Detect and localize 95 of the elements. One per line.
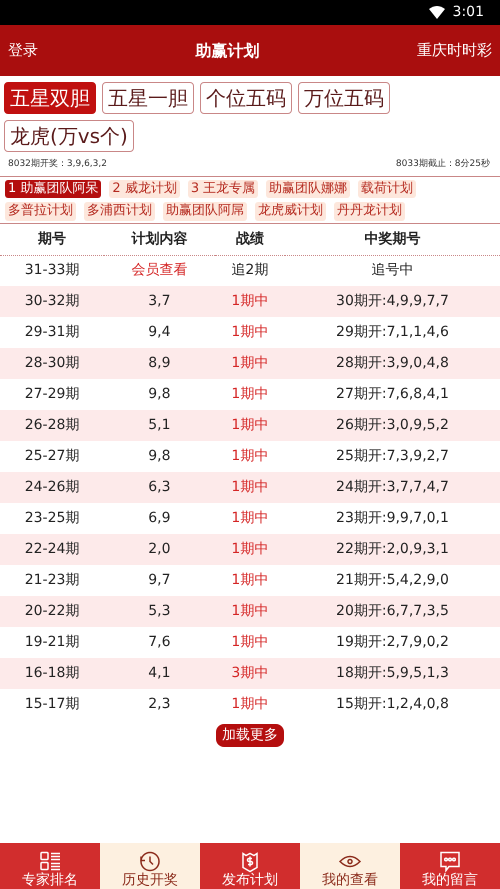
table-cell: 25期开:7,3,9,2,7 [336, 448, 449, 464]
member-view-link[interactable]: 会员查看 [131, 262, 188, 278]
expert-plan-tag[interactable]: 1 助赢团队阿呆 [5, 180, 102, 198]
table-cell: 19期开:2,7,9,0,2 [336, 634, 449, 650]
table-cell: 2,3 [148, 696, 171, 712]
plan-type-tab[interactable]: 龙虎(万vs个) [4, 120, 134, 152]
table-cell: 追2期 [231, 262, 268, 278]
table-cell: 22期开:2,0,9,3,1 [336, 541, 449, 558]
table-cell: 21-23期 [24, 572, 80, 588]
table-cell: 2,0 [148, 541, 171, 558]
plan-type-tab[interactable]: 个位五码 [200, 82, 292, 114]
deadline-text: 8033期截止：8分25秒 [396, 158, 490, 171]
table-cell: 28-30期 [24, 355, 80, 372]
table-cell: 追号中 [371, 262, 414, 278]
table-cell: 25-27期 [24, 448, 80, 464]
expert-plan-tag[interactable]: 2 威龙计划 [109, 180, 180, 198]
login-link[interactable]: 登录 [8, 39, 38, 62]
table-cell: 1期中 [231, 696, 268, 712]
table-cell: 26期开:3,0,9,5,2 [336, 417, 449, 434]
last-draw-text: 8032期开奖：3,9,6,3,2 [8, 158, 107, 171]
table-cell: 1期中 [231, 324, 268, 340]
nav-tab[interactable]: 专家排名 [0, 843, 100, 889]
table-cell: 15-17期 [24, 696, 80, 712]
table-cell: 3期中 [231, 665, 268, 682]
plan-type-tab[interactable]: 五星一胆 [102, 82, 194, 114]
expert-plan-tag[interactable]: 3 王龙专属 [188, 180, 258, 198]
table-cell: 18期开:5,9,5,1,3 [336, 665, 449, 682]
nav-tab[interactable]: 发布计划 [200, 843, 300, 889]
table-cell: 1期中 [231, 355, 268, 372]
page-title: 助赢计划 [196, 40, 260, 62]
table-cell: 1期中 [231, 510, 268, 526]
table-cell: 1期中 [231, 479, 268, 496]
table-cell: 29-31期 [24, 324, 80, 340]
table-cell: 1期中 [231, 603, 268, 620]
table-cell: 3,7 [148, 293, 171, 310]
column-header: 战绩 [214, 224, 285, 256]
table-cell: 24期开:3,7,7,4,7 [336, 479, 449, 496]
table-cell: 1期中 [231, 541, 268, 558]
history-icon [138, 850, 162, 873]
load-more-button[interactable]: 加载更多 [216, 724, 284, 748]
plan-type-tab[interactable]: 万位五码 [298, 82, 390, 114]
table-cell: 9,7 [148, 572, 171, 588]
table-cell: 9,4 [148, 324, 171, 340]
table-cell: 16-18期 [24, 665, 80, 682]
expert-plan-tag[interactable]: 多浦西计划 [84, 202, 155, 222]
nav-tab[interactable]: 我的查看 [300, 843, 400, 889]
column-header: 中奖期号 [284, 224, 500, 256]
wifi-icon [428, 6, 445, 19]
table-cell: 5,1 [148, 417, 171, 434]
nav-tab[interactable]: 我的留言 [400, 843, 500, 889]
expert-plan-tag[interactable]: 助赢团队娜娜 [266, 180, 350, 198]
nav-tab[interactable]: 历史开奖 [100, 843, 200, 889]
table-cell: 8,9 [148, 355, 171, 372]
lottery-selector[interactable]: 重庆时时彩 [417, 39, 492, 62]
table-cell: 5,3 [148, 603, 171, 620]
table-cell: 30期开:4,9,9,7,7 [336, 293, 449, 310]
table-cell: 21期开:5,4,2,9,0 [336, 572, 449, 588]
list-icon [38, 850, 62, 873]
table-cell: 1期中 [231, 386, 268, 402]
table-cell: 27期开:7,6,8,4,1 [336, 386, 449, 402]
table-cell: 6,3 [148, 479, 171, 496]
table-cell: 1期中 [231, 293, 268, 310]
expert-plan-tag[interactable]: 多普拉计划 [5, 202, 76, 222]
expert-plan-tag[interactable]: 助赢团队阿屌 [163, 202, 247, 222]
table-cell: 20-22期 [24, 603, 80, 620]
table-cell: 9,8 [148, 448, 171, 464]
table-cell: 6,9 [148, 510, 171, 526]
column-header: 计划内容 [104, 224, 215, 256]
table-cell: 9,8 [148, 386, 171, 402]
table-cell: 31-33期 [24, 262, 80, 278]
table-cell: 7,6 [148, 634, 171, 650]
table-cell: 1期中 [231, 634, 268, 650]
table-cell: 4,1 [148, 665, 171, 682]
table-cell: 23-25期 [24, 510, 80, 526]
clock-time: 3:01 [452, 3, 484, 22]
table-cell: 15期开:1,2,4,0,8 [336, 696, 449, 712]
table-cell: 29期开:7,1,1,4,6 [336, 324, 449, 340]
expert-plan-tag[interactable]: 载荷计划 [358, 180, 416, 198]
table-cell: 23期开:9,9,7,0,1 [336, 510, 449, 526]
plan-type-tab[interactable]: 五星双胆 [4, 82, 96, 114]
table-cell: 22-24期 [24, 541, 80, 558]
table-cell: 30-32期 [24, 293, 80, 310]
column-header: 期号 [0, 224, 104, 256]
table-cell: 24-26期 [24, 479, 80, 496]
table-cell: 26-28期 [24, 417, 80, 434]
table-cell: 20期开:6,7,7,3,5 [336, 603, 449, 620]
table-cell: 27-29期 [24, 386, 80, 402]
expert-plan-tag[interactable]: 丹丹龙计划 [334, 202, 405, 222]
expert-plan-tag[interactable]: 龙虎威计划 [255, 202, 326, 222]
table-cell: 1期中 [231, 448, 268, 464]
table-cell: 19-21期 [24, 634, 80, 650]
chat-icon [438, 850, 462, 873]
table-cell: 1期中 [231, 417, 268, 434]
table-cell: 1期中 [231, 572, 268, 588]
table-cell: 28期开:3,9,0,4,8 [336, 355, 449, 372]
